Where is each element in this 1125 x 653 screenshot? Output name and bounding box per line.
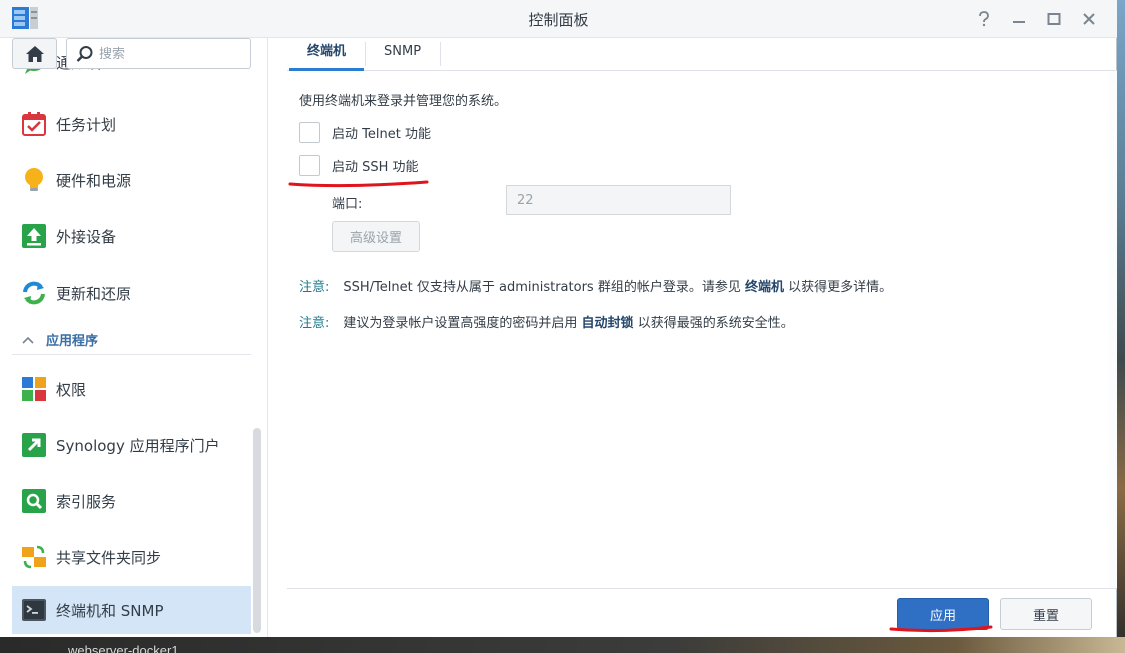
port-input[interactable] (506, 185, 731, 215)
sidebar-item-label: Synology 应用程序门户 (56, 436, 220, 455)
ssh-label: 启动 SSH 功能 (332, 159, 419, 175)
magnifier-icon (22, 489, 46, 513)
home-button[interactable] (12, 38, 57, 69)
calendar-check-icon (22, 112, 46, 136)
search-box[interactable] (66, 38, 251, 69)
home-icon (25, 45, 44, 62)
terminal-icon (22, 599, 46, 621)
sidebar-item-application-portal[interactable]: Synology 应用程序门户 (12, 421, 251, 469)
sidebar-item-task-scheduler[interactable]: 任务计划 (12, 100, 251, 148)
tab-divider (440, 42, 441, 66)
minimize-icon[interactable] (1007, 7, 1031, 31)
chevron-up-icon (22, 336, 34, 344)
auto-block-link[interactable]: 自动封锁 (582, 316, 634, 331)
sidebar-item-update-restore[interactable]: 更新和还原 (12, 269, 251, 317)
note-text: SSH/Telnet 仅支持从属于 administrators 群组的帐户登录… (343, 280, 741, 295)
taskbar-window-label[interactable]: webserver-docker1 (68, 643, 179, 653)
telnet-option[interactable]: 启动 Telnet 功能 (299, 121, 431, 143)
advanced-settings-button[interactable]: 高级设置 (332, 221, 420, 252)
note-text: 以获得更多详情。 (788, 280, 893, 295)
tab-bar: 终端机 SNMP (287, 38, 1117, 71)
sidebar-item-label: 硬件和电源 (56, 171, 132, 190)
ssh-option[interactable]: 启动 SSH 功能 (299, 154, 419, 176)
sidebar-item-label: 索引服务 (56, 492, 117, 511)
folder-sync-icon (22, 545, 46, 569)
terminal-help-link[interactable]: 终端机 (745, 280, 784, 295)
close-icon[interactable] (1077, 7, 1101, 31)
note-text: 建议为登录帐户设置高强度的密码并启用 (343, 316, 578, 331)
sidebar-item-label: 共享文件夹同步 (56, 548, 162, 567)
sidebar-item-label: 更新和还原 (56, 284, 132, 303)
portal-arrow-icon (22, 433, 46, 457)
search-icon (76, 46, 93, 62)
sidebar-item-hardware-power[interactable]: 硬件和电源 (12, 156, 251, 204)
footer-bar: 应用 重置 (287, 588, 1117, 637)
refresh-icon (23, 281, 45, 305)
maximize-icon[interactable] (1042, 7, 1066, 31)
telnet-label: 启动 Telnet 功能 (332, 126, 431, 142)
sidebar-item-privileges[interactable]: 权限 (12, 365, 251, 413)
apply-button[interactable]: 应用 (897, 598, 989, 630)
sidebar-item-label: 外接设备 (56, 227, 117, 246)
section-header-applications[interactable]: 应用程序 (12, 325, 251, 355)
note-password-security: 注意: 建议为登录帐户设置高强度的密码并启用 自动封锁 以获得最强的系统安全性。 (299, 312, 794, 331)
sidebar-item-label: 终端机和 SNMP (56, 601, 164, 620)
sidebar-item-terminal-snmp[interactable]: 终端机和 SNMP (12, 586, 251, 634)
port-label: 端口: (332, 197, 363, 212)
light-bulb-icon (25, 168, 43, 191)
main-scrollbar[interactable] (1109, 71, 1117, 588)
sidebar-item-external-devices[interactable]: 外接设备 (12, 212, 251, 260)
sidebar-item-label: 权限 (56, 380, 87, 399)
section-header-label: 应用程序 (46, 334, 99, 349)
ssh-checkbox[interactable] (299, 154, 320, 176)
sidebar-item-indexing-service[interactable]: 索引服务 (12, 477, 251, 525)
sidebar-item-shared-folder-sync[interactable]: 共享文件夹同步 (12, 533, 251, 581)
telnet-checkbox[interactable] (299, 121, 320, 143)
main-panel: 终端机 SNMP 使用终端机来登录并管理您的系统。 启动 Telnet 功能 启… (287, 38, 1117, 637)
window-title: 控制面板 (528, 11, 589, 29)
search-input[interactable] (99, 44, 244, 64)
upload-arrow-icon (22, 224, 46, 248)
desktop-background-right (1117, 0, 1125, 653)
reset-button[interactable]: 重置 (1000, 598, 1092, 630)
sidebar: 通知设置 任务计划 硬件和电源 (0, 38, 268, 637)
privileges-grid-icon (22, 377, 46, 401)
note-text: 以获得最强的系统安全性。 (637, 316, 794, 331)
tab-terminal[interactable]: 终端机 (289, 38, 365, 71)
section-description: 使用终端机来登录并管理您的系统。 (299, 94, 508, 109)
title-bar: 控制面板 (0, 0, 1117, 38)
note-key: 注意: (299, 316, 330, 331)
note-admin-only: 注意: SSH/Telnet 仅支持从属于 administrators 群组的帐… (299, 276, 892, 295)
control-panel-window: 控制面板 通知设置 (0, 0, 1117, 637)
tab-snmp[interactable]: SNMP (366, 38, 439, 71)
note-key: 注意: (299, 280, 330, 295)
sidebar-item-label: 任务计划 (56, 115, 117, 134)
help-icon[interactable] (972, 7, 996, 31)
sidebar-scrollbar[interactable] (253, 428, 261, 633)
